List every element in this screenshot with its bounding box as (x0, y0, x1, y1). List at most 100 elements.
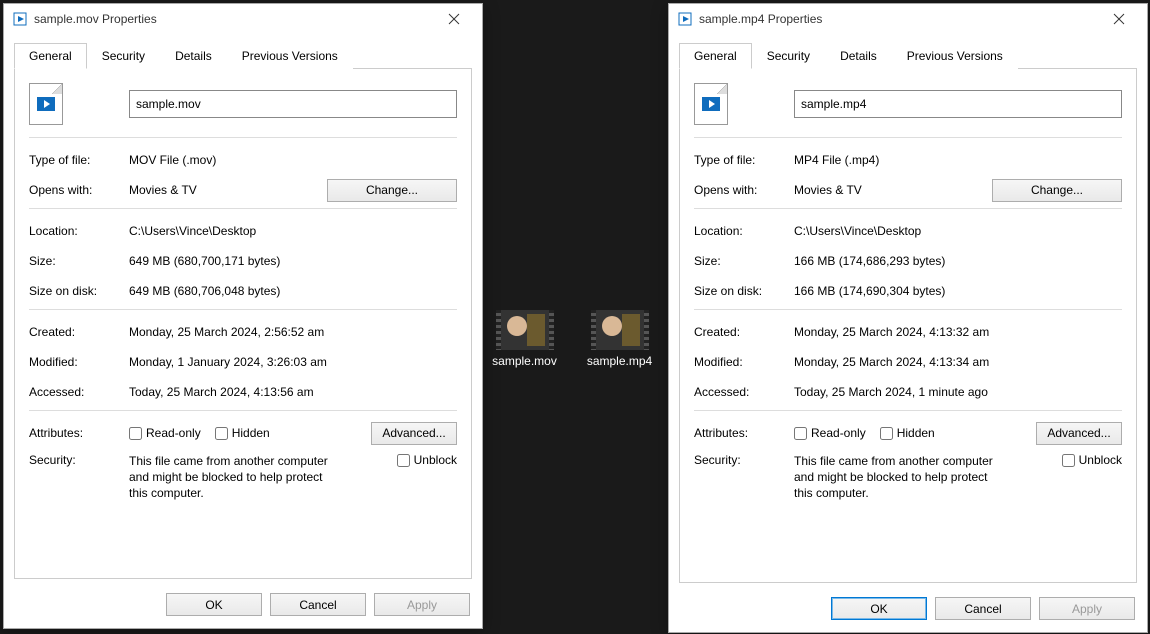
separator (694, 137, 1122, 138)
label-modified: Modified: (29, 355, 129, 369)
readonly-checkbox[interactable]: Read-only (794, 426, 866, 440)
label-type-of-file: Type of file: (694, 153, 794, 167)
tab-previous-versions[interactable]: Previous Versions (892, 43, 1018, 69)
value-size-on-disk: 166 MB (174,690,304 bytes) (794, 284, 1122, 298)
properties-dialog-mp4: sample.mp4 Properties General Security D… (668, 3, 1148, 633)
label-created: Created: (29, 325, 129, 339)
cancel-button[interactable]: Cancel (270, 593, 366, 616)
value-created: Monday, 25 March 2024, 2:56:52 am (129, 325, 457, 339)
cancel-button[interactable]: Cancel (935, 597, 1031, 620)
hidden-label: Hidden (232, 426, 270, 440)
tab-details[interactable]: Details (825, 43, 892, 69)
readonly-label: Read-only (146, 426, 201, 440)
label-size-on-disk: Size on disk: (694, 284, 794, 298)
label-modified: Modified: (694, 355, 794, 369)
separator (694, 309, 1122, 310)
tab-security[interactable]: Security (87, 43, 160, 69)
label-attributes: Attributes: (29, 426, 129, 440)
label-accessed: Accessed: (694, 385, 794, 399)
value-size: 649 MB (680,700,171 bytes) (129, 254, 457, 268)
label-type-of-file: Type of file: (29, 153, 129, 167)
label-security: Security: (29, 453, 129, 467)
tab-details[interactable]: Details (160, 43, 227, 69)
separator (694, 410, 1122, 411)
label-opens-with: Opens with: (29, 183, 129, 197)
change-button[interactable]: Change... (327, 179, 457, 202)
label-accessed: Accessed: (29, 385, 129, 399)
value-opens-with: Movies & TV (794, 183, 992, 197)
filename-input[interactable] (794, 90, 1122, 118)
readonly-label: Read-only (811, 426, 866, 440)
file-type-icon (29, 83, 129, 125)
separator (29, 410, 457, 411)
security-warning-text: This file came from another computer and… (129, 453, 339, 502)
app-icon (677, 11, 693, 27)
separator (29, 208, 457, 209)
unblock-checkbox[interactable]: Unblock (397, 453, 457, 467)
tabstrip: General Security Details Previous Versio… (4, 34, 482, 68)
label-location: Location: (694, 224, 794, 238)
titlebar[interactable]: sample.mp4 Properties (669, 4, 1147, 34)
tab-security[interactable]: Security (752, 43, 825, 69)
close-button[interactable] (434, 5, 474, 33)
tabstrip: General Security Details Previous Versio… (669, 34, 1147, 68)
tab-page-general: Type of file: MP4 File (.mp4) Opens with… (679, 68, 1137, 583)
separator (29, 137, 457, 138)
separator (29, 309, 457, 310)
window-title: sample.mov Properties (34, 12, 434, 26)
unblock-label: Unblock (414, 453, 457, 467)
tab-general[interactable]: General (679, 43, 752, 69)
titlebar[interactable]: sample.mov Properties (4, 4, 482, 34)
value-created: Monday, 25 March 2024, 4:13:32 am (794, 325, 1122, 339)
readonly-checkbox[interactable]: Read-only (129, 426, 201, 440)
value-accessed: Today, 25 March 2024, 1 minute ago (794, 385, 1122, 399)
advanced-button[interactable]: Advanced... (371, 422, 457, 445)
label-opens-with: Opens with: (694, 183, 794, 197)
label-security: Security: (694, 453, 794, 467)
value-size-on-disk: 649 MB (680,706,048 bytes) (129, 284, 457, 298)
video-thumbnail-icon (591, 310, 649, 350)
hidden-checkbox[interactable]: Hidden (215, 426, 270, 440)
apply-button[interactable]: Apply (374, 593, 470, 616)
ok-button[interactable]: OK (166, 593, 262, 616)
change-button[interactable]: Change... (992, 179, 1122, 202)
ok-button[interactable]: OK (831, 597, 927, 620)
value-location: C:\Users\Vince\Desktop (794, 224, 1122, 238)
value-type-of-file: MP4 File (.mp4) (794, 153, 1122, 167)
close-icon (1113, 13, 1125, 25)
unblock-label: Unblock (1079, 453, 1122, 467)
unblock-checkbox[interactable]: Unblock (1062, 453, 1122, 467)
close-icon (448, 13, 460, 25)
value-opens-with: Movies & TV (129, 183, 327, 197)
label-location: Location: (29, 224, 129, 238)
value-modified: Monday, 1 January 2024, 3:26:03 am (129, 355, 457, 369)
desktop-file-sample-mov[interactable]: sample.mov (487, 310, 562, 368)
properties-dialog-mov: sample.mov Properties General Security D… (3, 3, 483, 629)
tab-page-general: Type of file: MOV File (.mov) Opens with… (14, 68, 472, 579)
hidden-checkbox[interactable]: Hidden (880, 426, 935, 440)
value-modified: Monday, 25 March 2024, 4:13:34 am (794, 355, 1122, 369)
label-size: Size: (29, 254, 129, 268)
tab-previous-versions[interactable]: Previous Versions (227, 43, 353, 69)
desktop-file-label: sample.mp4 (582, 354, 657, 368)
filename-input[interactable] (129, 90, 457, 118)
tab-general[interactable]: General (14, 43, 87, 69)
security-warning-text: This file came from another computer and… (794, 453, 1004, 502)
value-accessed: Today, 25 March 2024, 4:13:56 am (129, 385, 457, 399)
desktop-file-sample-mp4[interactable]: sample.mp4 (582, 310, 657, 368)
video-thumbnail-icon (496, 310, 554, 350)
apply-button[interactable]: Apply (1039, 597, 1135, 620)
advanced-button[interactable]: Advanced... (1036, 422, 1122, 445)
label-attributes: Attributes: (694, 426, 794, 440)
value-size: 166 MB (174,686,293 bytes) (794, 254, 1122, 268)
app-icon (12, 11, 28, 27)
separator (694, 208, 1122, 209)
label-created: Created: (694, 325, 794, 339)
desktop-icons-group: sample.mov sample.mp4 (487, 310, 657, 368)
close-button[interactable] (1099, 5, 1139, 33)
dialog-button-row: OK Cancel Apply (4, 585, 482, 628)
value-type-of-file: MOV File (.mov) (129, 153, 457, 167)
desktop-file-label: sample.mov (487, 354, 562, 368)
label-size: Size: (694, 254, 794, 268)
window-title: sample.mp4 Properties (699, 12, 1099, 26)
